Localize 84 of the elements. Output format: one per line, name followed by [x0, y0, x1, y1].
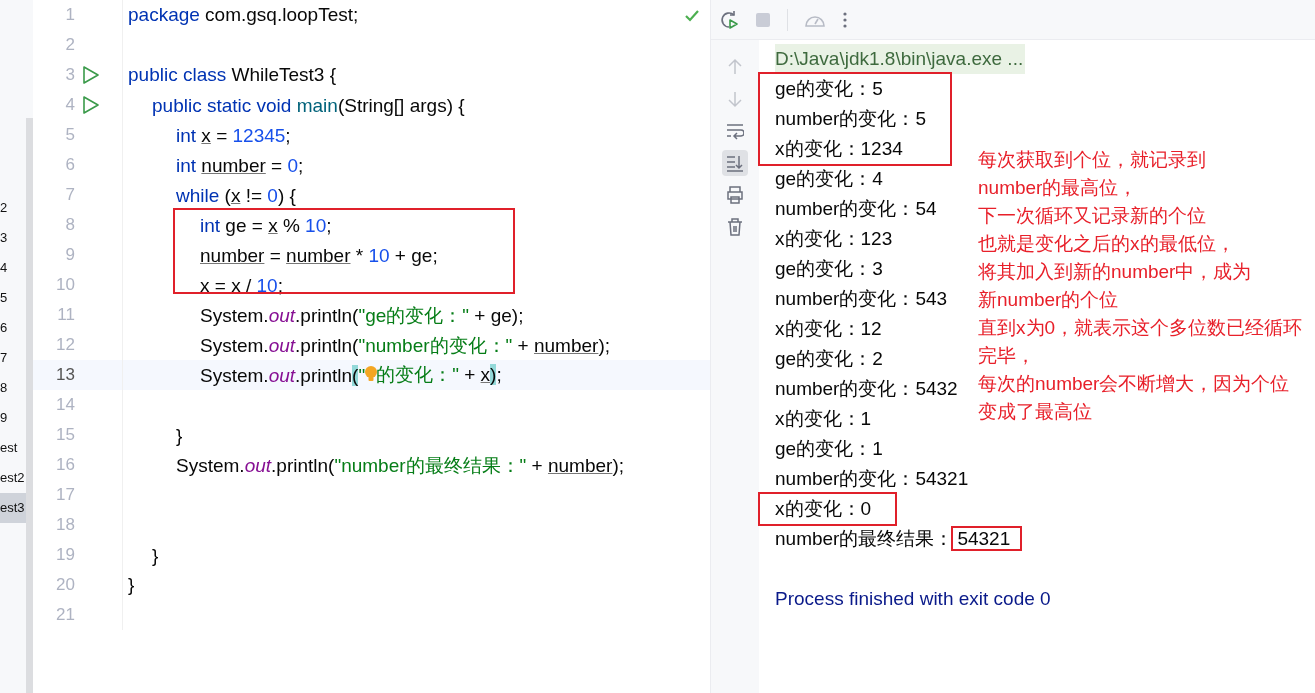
output-line: number的变化：5 — [775, 108, 926, 129]
annotation-text: 每次获取到个位，就记录到 — [978, 148, 1207, 172]
scroll-end-icon[interactable] — [722, 150, 748, 176]
output-line: x的变化：123 — [775, 228, 893, 249]
output-line: ge的变化：2 — [775, 348, 883, 369]
line-number: 2 — [64, 35, 75, 55]
output-line: ge的变化：5 — [775, 78, 883, 99]
output-line: number的变化：5432 — [775, 378, 958, 399]
scrollbar[interactable] — [26, 118, 33, 693]
project-tree-item[interactable]: 5 — [0, 283, 26, 313]
code-text: System.out.println("ge的变化：" + ge); — [199, 303, 524, 328]
code-text: public static void main(String[] args) { — [151, 94, 465, 118]
line-number: 13 — [55, 365, 75, 385]
line-number: 1 — [64, 5, 75, 25]
line-number: 9 — [64, 245, 75, 265]
line-number: 5 — [64, 125, 75, 145]
line-number: 16 — [55, 455, 75, 475]
line-number: 18 — [55, 515, 75, 535]
code-text: while (x != 0) { — [175, 184, 296, 208]
code-text: int ge = x % 10; — [199, 214, 332, 238]
code-text: } — [128, 574, 135, 596]
line-number: 14 — [55, 395, 75, 415]
stop-icon[interactable] — [755, 11, 771, 28]
code-text: } — [151, 544, 159, 568]
output-line: number的变化：543 — [775, 288, 948, 309]
annotation-text: 直到x为0，就表示这个多位数已经循环 — [978, 316, 1303, 340]
code-text: System.out.println(" — [199, 364, 366, 388]
annotation-text: 完毕， — [978, 344, 1036, 368]
output-line: x的变化：1234 — [775, 138, 903, 159]
project-tree-item[interactable]: 3 — [0, 223, 26, 253]
output-line: number的变化：54321 — [775, 468, 969, 489]
code-text: public class WhileTest3 { — [128, 64, 337, 86]
output-line: ge的变化：1 — [775, 438, 883, 459]
project-tree-item[interactable]: 8 — [0, 373, 26, 403]
exit-message: Process finished with exit code 0 — [775, 588, 1051, 609]
code-text: System.out.println("number的最终结果：" + number); — [175, 453, 624, 478]
output-line: ge的变化：4 — [775, 168, 883, 189]
code-text: number = number * 10 + ge; — [199, 244, 438, 268]
code-text: System.out.println("number的变化：" + number); — [199, 333, 610, 358]
line-number: 3 — [64, 65, 75, 85]
line-number: 21 — [55, 605, 75, 625]
output-line: x的变化：0 — [775, 498, 872, 519]
rerun-icon[interactable] — [719, 9, 739, 30]
line-number: 19 — [55, 545, 75, 565]
run-icon[interactable] — [82, 95, 100, 115]
project-tree-item[interactable]: est2 — [0, 463, 26, 493]
output-label: number的最终结果： — [775, 528, 954, 549]
project-tree-item[interactable]: 9 — [0, 403, 26, 433]
more-icon[interactable] — [842, 10, 848, 29]
line-number: 11 — [56, 305, 75, 325]
output-line: number的变化：54 — [775, 198, 937, 219]
run-icon[interactable] — [82, 65, 100, 85]
project-tree-item[interactable]: est3 — [0, 493, 26, 523]
annotation-text: 每次的number会不断增大，因为个位 — [978, 372, 1291, 396]
line-number: 17 — [55, 485, 75, 505]
code-text: 的变化：" + x); — [376, 363, 502, 387]
code-text: package com.gsq.loopTest; — [128, 4, 359, 26]
line-number: 8 — [64, 215, 75, 235]
code-text: } — [175, 424, 183, 448]
project-tree-item[interactable]: 6 — [0, 313, 26, 343]
line-number: 6 — [64, 155, 75, 175]
line-number: 15 — [55, 425, 75, 445]
line-number: 10 — [55, 275, 75, 295]
output-line: x的变化：12 — [775, 318, 882, 339]
code-text: int x = 12345; — [175, 124, 291, 148]
line-number: 20 — [55, 575, 75, 595]
annotation-text: number的最高位， — [978, 176, 1139, 200]
annotation-text: 变成了最高位 — [978, 400, 1093, 424]
annotation-text: 新number的个位 — [978, 288, 1120, 312]
code-text: int number = 0; — [175, 154, 304, 178]
project-tree-item[interactable]: 7 — [0, 343, 26, 373]
output-line: ge的变化：3 — [775, 258, 883, 279]
project-tree-item[interactable]: 4 — [0, 253, 26, 283]
line-number: 4 — [64, 95, 75, 115]
annotation-text: 下一次循环又记录新的个位 — [978, 204, 1207, 228]
project-tree-item[interactable]: 2 — [0, 193, 26, 223]
line-number: 7 — [64, 185, 75, 205]
annotation-text: 将其加入到新的number中，成为 — [978, 260, 1253, 284]
output-line: x的变化：1 — [775, 408, 872, 429]
line-number: 12 — [55, 335, 75, 355]
highlighted-value: 54321 — [953, 528, 1021, 549]
project-tree-item[interactable]: est — [0, 433, 26, 463]
check-icon[interactable] — [684, 9, 700, 23]
annotation-text: 也就是变化之后的x的最低位， — [978, 232, 1236, 256]
